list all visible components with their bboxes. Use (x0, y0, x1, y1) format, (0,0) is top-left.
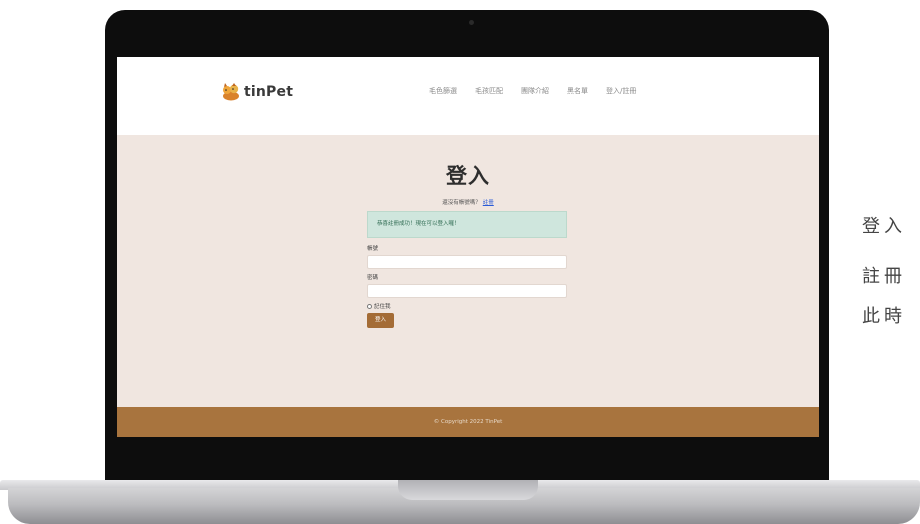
register-prompt-text: 還沒有帳號嗎？ (442, 200, 481, 206)
register-link[interactable]: 註冊 (483, 200, 494, 206)
register-prompt: 還沒有帳號嗎？ 註冊 (117, 198, 819, 206)
remember-label: 記住我 (374, 304, 391, 310)
account-label: 帳號 (367, 246, 379, 252)
laptop-base (0, 480, 920, 524)
remember-me[interactable]: 記住我 (367, 302, 391, 310)
nav-links: 毛色篩選 毛孩匹配 團隊介紹 黑名單 登入/註冊 (429, 86, 636, 96)
laptop-notch (398, 480, 538, 500)
success-alert: 恭喜註冊成功！現在可以登入囉！ (367, 211, 567, 238)
login-button[interactable]: 登入 (367, 313, 394, 328)
site-navbar: tinPet 毛色篩選 毛孩匹配 團隊介紹 黑名單 登入/註冊 (117, 57, 819, 135)
login-section: 登入 還沒有帳號嗎？ 註冊 恭喜註冊成功！現在可以登入囉！ 帳號 密碼 記住我 登… (117, 135, 819, 407)
nav-item-color-filter[interactable]: 毛色篩選 (429, 86, 457, 96)
nav-item-blacklist[interactable]: 黑名單 (567, 86, 588, 96)
side-caption-line-2: 註冊 (862, 266, 906, 287)
password-input[interactable] (367, 284, 567, 298)
site-logo[interactable]: tinPet (221, 81, 293, 103)
nav-item-team[interactable]: 團隊介紹 (521, 86, 549, 96)
remember-checkbox[interactable] (367, 303, 372, 309)
password-label: 密碼 (367, 275, 379, 281)
side-caption-line-3: 此時 (862, 306, 906, 327)
account-input[interactable] (367, 255, 567, 269)
camera-dot (469, 20, 474, 25)
logo-text: tinPet (244, 84, 294, 100)
nav-item-login-register[interactable]: 登入/註冊 (606, 86, 636, 96)
pet-logo-icon (223, 83, 239, 101)
browser-screen: tinPet 毛色篩選 毛孩匹配 團隊介紹 黑名單 登入/註冊 登入 還沒有帳號… (117, 57, 819, 437)
nav-item-pet-match[interactable]: 毛孩匹配 (475, 86, 503, 96)
page-title: 登入 (446, 164, 490, 188)
site-footer: © Copyright 2022 TinPet (117, 407, 819, 437)
side-caption-line-1: 登入 (862, 216, 906, 237)
